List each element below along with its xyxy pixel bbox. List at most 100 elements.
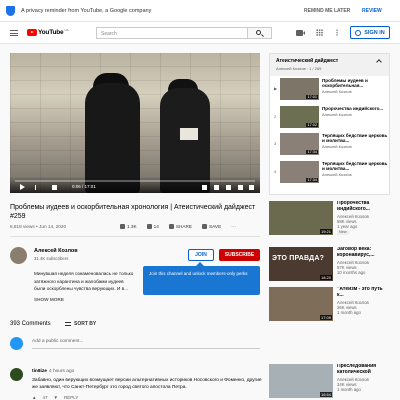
privacy-text: A privacy reminder from YouTube, a Googl… <box>21 7 152 14</box>
time-display: 0:06 / 17:01 <box>72 184 96 189</box>
share-label: SHARE <box>175 224 193 229</box>
thumbs-down-icon <box>146 224 152 229</box>
duration: 17:34 <box>306 150 318 154</box>
search-button[interactable] <box>248 27 272 39</box>
remind-later-button[interactable]: REMIND ME LATER <box>304 8 350 14</box>
youtube-logo[interactable]: YouTube UA <box>27 27 69 36</box>
video-title: Проблемы иудеев и оскорбительная хроноло… <box>10 204 256 220</box>
channel-avatar[interactable] <box>10 247 27 264</box>
description-line: Минувшая неделя ознаменовалась не только <box>34 271 134 276</box>
like-button[interactable]: 1.3K <box>120 224 137 229</box>
sign-in-button[interactable]: SIGN IN <box>350 26 390 39</box>
video-player[interactable]: 0:06 / 17:01 <box>10 53 260 193</box>
play-icon[interactable] <box>20 184 25 190</box>
logo-region: UA <box>64 27 69 32</box>
search-input[interactable]: Search <box>96 27 248 39</box>
playlist-item-channel: Алексей Козлов <box>322 171 352 177</box>
settings-icon[interactable] <box>214 185 219 190</box>
thumbnail: 17:02 <box>280 105 319 128</box>
save-button[interactable]: SAVE <box>202 224 221 229</box>
playlist-subtitle: Алексей Козлов · 1 / 269 <box>276 66 322 71</box>
duration: 19:21 <box>319 229 332 234</box>
playlist-item-title: Терпящих бедствие церковь и молитва... <box>322 160 388 171</box>
thumbnail: 19:21 <box>269 201 333 235</box>
dislike-count: 14 <box>153 224 159 229</box>
playlist-item-channel: Алексей Козлов <box>322 111 352 117</box>
dislike-button[interactable]: 14 <box>146 224 159 229</box>
duration: 16:54 <box>319 392 332 397</box>
playlist-add-icon <box>202 224 208 229</box>
playlist-panel: Атеистический дайджест Алексей Козлов · … <box>269 53 390 195</box>
playlist-item-title: Пророчества индийского... <box>322 105 384 111</box>
comment-author[interactable]: tin8ize 4 hours ago <box>32 369 74 374</box>
more-icon: ··· <box>231 224 236 229</box>
progress-bar[interactable] <box>15 180 255 182</box>
playlist-header[interactable]: Атеистический дайджест Алексей Козлов · … <box>270 54 389 76</box>
logo-text: YouTube <box>38 29 64 36</box>
recommended-title: Заговор века: коронавирус,... <box>337 247 375 258</box>
apps-grid-icon[interactable] <box>316 29 323 36</box>
search-icon <box>256 30 261 35</box>
thumbnail: 17:01 <box>280 78 319 100</box>
sort-label: SORT BY <box>74 321 97 327</box>
comment-like-icon[interactable]: ▲ <box>32 395 36 400</box>
thumbnail: 17:34 <box>280 133 319 155</box>
duration: 17:09 <box>319 315 332 320</box>
recommended-age: 1 month ago <box>337 387 361 392</box>
sign-in-label: SIGN IN <box>364 29 385 36</box>
more-options-icon[interactable] <box>336 29 338 36</box>
playlist-item[interactable]: 2 17:02 Пророчества индийского... Алексей… <box>270 104 389 132</box>
playlist-item-title: Терпящих бедствие церковь и молитва... <box>322 133 388 144</box>
thumbnail: 16:54 <box>269 364 333 398</box>
channel-name[interactable]: Алексей Козлов <box>34 248 78 254</box>
playlist-item[interactable]: 4 17:34 Терпящих бедствие церковь и моли… <box>270 159 389 187</box>
menu-icon[interactable] <box>10 30 18 36</box>
join-button[interactable]: JOIN <box>188 249 214 261</box>
comment-text: Забавно, один верующих возмущает версии … <box>32 378 262 390</box>
top-bar: YouTube UA Search <box>0 22 400 44</box>
recommended-age: 10 months ago <box>337 270 366 275</box>
autoplay-toggle[interactable] <box>202 185 207 190</box>
duration: 18:20 <box>319 275 332 280</box>
recommended-video[interactable]: 17:09 "Атеизм - это путь к... Алексей Коз… <box>269 287 390 322</box>
review-button[interactable]: REVIEW <box>362 8 382 14</box>
recommended-title: Пророчества индийского... <box>337 201 370 212</box>
fullscreen-icon[interactable] <box>249 185 254 190</box>
sort-icon <box>65 322 71 326</box>
recommended-video[interactable]: 16:54 Преследования католической церкви.… <box>269 364 390 399</box>
more-actions-button[interactable]: ··· <box>231 224 236 229</box>
account-icon <box>355 29 362 36</box>
thumbnail-overlay-text: ЭТО ПРАВДА? <box>272 255 325 262</box>
youtube-play-icon <box>27 29 37 36</box>
recommended-age: 1 year ago <box>337 224 358 229</box>
create-video-icon[interactable] <box>296 30 305 36</box>
sort-button[interactable]: SORT BY <box>65 321 96 327</box>
reply-button[interactable]: REPLY <box>64 395 78 400</box>
add-comment-input[interactable]: Add a public comment... <box>32 339 83 344</box>
commenter-avatar[interactable] <box>10 368 23 381</box>
playlist-item[interactable]: ▶ 17:01 Проблемы иудеев и оскорбительная… <box>270 76 389 104</box>
description-line: были оскорблены чувства верующих. И в... <box>34 286 129 291</box>
next-icon[interactable] <box>35 185 36 190</box>
duration: 17:01 <box>306 95 318 99</box>
recommended-title: "Атеизм - это путь к... <box>337 287 383 298</box>
theater-icon[interactable] <box>238 185 243 190</box>
thumbnail: ЭТО ПРАВДА? 18:20 <box>269 247 333 281</box>
playlist-item[interactable]: 3 17:34 Терпящих бедствие церковь и моли… <box>270 131 389 159</box>
comment-time: 4 hours ago <box>48 369 75 374</box>
subscribe-button[interactable]: SUBSCRIBE <box>219 249 260 261</box>
share-button[interactable]: SHARE <box>168 224 193 229</box>
miniplayer-icon[interactable] <box>226 185 231 190</box>
video-description: Минувшая неделя ознаменовалась не только… <box>34 270 144 293</box>
recommended-title: Преследования католической церкви... <box>337 364 377 376</box>
video-actions: 1.3K 14 SHARE SAVE ··· <box>120 224 236 229</box>
volume-icon[interactable] <box>52 185 57 190</box>
thumbs-up-icon <box>120 224 125 229</box>
comment-count: 393 Comments <box>10 321 51 327</box>
like-count: 1.3K <box>127 224 137 229</box>
comment-dislike-icon[interactable]: ▼ <box>53 395 57 400</box>
playlist-item-channel: Алексей Козлов <box>322 89 352 95</box>
recommended-video[interactable]: 19:21 Пророчества индийского... Алексей К… <box>269 201 390 236</box>
show-more-button[interactable]: SHOW MORE <box>34 297 64 302</box>
recommended-video[interactable]: ЭТО ПРАВДА? 18:20 Заговор века: коронавир… <box>269 247 390 282</box>
